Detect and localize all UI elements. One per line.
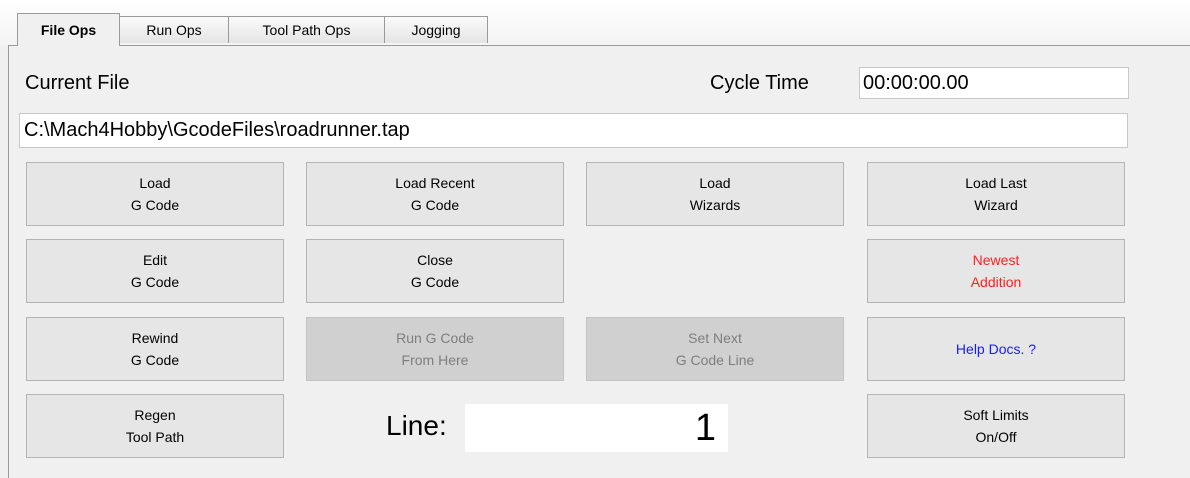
edit-gcode-button[interactable]: Edit G Code xyxy=(26,239,284,303)
set-next-line2: G Code Line xyxy=(675,352,755,368)
load-last-wizard-line2: Wizard xyxy=(974,197,1018,213)
help-docs-button[interactable]: Help Docs. ? xyxy=(867,317,1125,381)
load-wizards-line2: Wizards xyxy=(689,197,741,213)
newest-addition-line1: Newest xyxy=(972,252,1020,268)
load-wizards-button[interactable]: Load Wizards xyxy=(586,162,844,226)
load-recent-line2: G Code xyxy=(410,197,460,213)
run-from-here-line1: Run G Code xyxy=(396,330,474,346)
newest-addition-line2: Addition xyxy=(970,274,1022,290)
close-gcode-line1: Close xyxy=(417,252,453,268)
tab-file-ops[interactable]: File Ops xyxy=(17,13,120,46)
load-gcode-button[interactable]: Load G Code xyxy=(26,162,284,226)
run-from-here-line2: From Here xyxy=(401,352,469,368)
close-gcode-line2: G Code xyxy=(410,274,460,290)
load-last-wizard-line1: Load Last xyxy=(965,175,1027,191)
file-ops-panel: Current File Cycle Time 00:00:00.00 C:\M… xyxy=(8,45,1190,478)
line-label: Line: xyxy=(386,410,447,441)
load-recent-gcode-button[interactable]: Load Recent G Code xyxy=(306,162,564,226)
edit-gcode-line1: Edit xyxy=(142,252,168,268)
cycle-time-label: Cycle Time xyxy=(710,72,809,94)
close-gcode-button[interactable]: Close G Code xyxy=(306,239,564,303)
rewind-gcode-button[interactable]: Rewind G Code xyxy=(26,317,284,381)
soft-limits-button[interactable]: Soft Limits On/Off xyxy=(867,394,1125,458)
tab-run-ops[interactable]: Run Ops xyxy=(119,16,229,43)
rewind-gcode-line2: G Code xyxy=(130,352,180,368)
regen-toolpath-line1: Regen xyxy=(134,407,176,423)
tab-tool-path-ops[interactable]: Tool Path Ops xyxy=(228,16,385,43)
load-recent-line1: Load Recent xyxy=(395,175,475,191)
cycle-time-value: 00:00:00.00 xyxy=(859,67,1129,99)
load-last-wizard-button[interactable]: Load Last Wizard xyxy=(867,162,1125,226)
run-gcode-from-here-button[interactable]: Run G Code From Here xyxy=(306,317,564,381)
load-gcode-line1: Load xyxy=(139,175,171,191)
set-next-gcode-line-button[interactable]: Set Next G Code Line xyxy=(586,317,844,381)
line-number-display: 1 xyxy=(465,404,728,452)
help-docs-label: Help Docs. ? xyxy=(955,341,1037,357)
current-file-path: C:\Mach4Hobby\GcodeFiles\roadrunner.tap xyxy=(19,113,1128,148)
load-gcode-line2: G Code xyxy=(130,197,180,213)
soft-limits-line1: Soft Limits xyxy=(963,407,1029,423)
regen-toolpath-line2: Tool Path xyxy=(125,429,185,445)
regen-toolpath-button[interactable]: Regen Tool Path xyxy=(26,394,284,458)
soft-limits-line2: On/Off xyxy=(975,429,1017,445)
load-wizards-line1: Load xyxy=(699,175,731,191)
newest-addition-button[interactable]: Newest Addition xyxy=(867,239,1125,303)
set-next-line1: Set Next xyxy=(688,330,742,346)
current-file-label: Current File xyxy=(25,72,130,94)
rewind-gcode-line1: Rewind xyxy=(131,330,179,346)
edit-gcode-line2: G Code xyxy=(130,274,180,290)
tab-strip: Run Ops Tool Path Ops Jogging File Ops xyxy=(0,0,1190,46)
tab-jogging[interactable]: Jogging xyxy=(384,16,488,43)
